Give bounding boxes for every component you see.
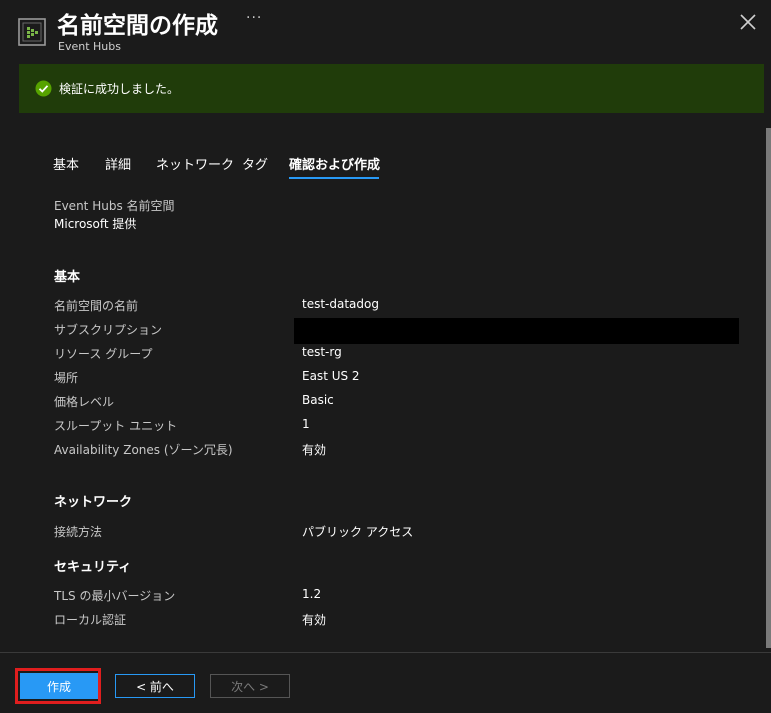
active-tab-indicator [289,177,379,179]
row-label-location: 場所 [54,371,79,385]
close-icon[interactable] [738,12,758,32]
summary-provider: Microsoft 提供 [54,217,137,231]
event-hubs-icon [18,18,46,46]
next-button: 次へ > [210,674,290,698]
row-value-tls-version: 1.2 [302,587,322,601]
row-label-resource-group: リソース グループ [54,347,153,361]
check-circle-icon [35,80,52,97]
row-value-throughput-units: 1 [302,417,310,431]
more-options-button[interactable]: ··· [246,10,262,26]
row-value-resource-group: test-rg [302,345,342,359]
row-label-connectivity: 接続方法 [54,525,103,539]
row-label-subscription: サブスクリプション [54,323,163,337]
row-value-pricing-tier: Basic [302,393,334,407]
row-label-namespace-name: 名前空間の名前 [54,299,139,313]
scrollbar-thumb[interactable] [766,128,771,648]
row-label-throughput-units: スループット ユニット [54,419,178,433]
page-subtitle: Event Hubs [58,40,121,53]
section-heading-network: ネットワーク [54,495,133,510]
validation-message: 検証に成功しました。 [59,82,180,96]
subscription-redaction [294,318,739,344]
tab-review-create[interactable]: 確認および作成 [289,154,380,173]
row-label-local-auth: ローカル認証 [54,613,127,627]
vertical-scrollbar[interactable] [766,114,771,652]
tab-basics[interactable]: 基本 [53,154,79,173]
section-heading-security: セキュリティ [54,560,132,575]
row-label-availability-zones: Availability Zones (ゾーン冗長) [54,443,233,457]
page-title: 名前空間の作成 [57,13,218,39]
row-value-location: East US 2 [302,369,360,383]
summary-heading: Event Hubs 名前空間 [54,199,175,213]
tab-tags[interactable]: タグ [242,154,268,173]
review-content: 基本 詳細 ネットワーク タグ 確認および作成 Event Hubs 名前空間 … [0,114,766,652]
section-heading-basic: 基本 [54,270,81,285]
row-value-connectivity: パブリック アクセス [302,525,414,539]
previous-button[interactable]: < 前へ [115,674,195,698]
row-value-namespace-name: test-datadog [302,297,379,311]
blade-header: 名前空間の作成 Event Hubs ··· [0,0,771,62]
blade-footer: 作成 < 前へ 次へ > [0,652,771,713]
row-label-tls-version: TLS の最小バージョン [54,589,176,603]
row-label-pricing-tier: 価格レベル [54,395,115,409]
validation-banner: 検証に成功しました。 [19,64,764,113]
row-value-availability-zones: 有効 [302,443,327,457]
row-value-local-auth: 有効 [302,613,327,627]
tab-networking[interactable]: ネットワーク [156,154,234,173]
create-button[interactable]: 作成 [20,673,98,699]
tab-advanced[interactable]: 詳細 [105,154,131,173]
